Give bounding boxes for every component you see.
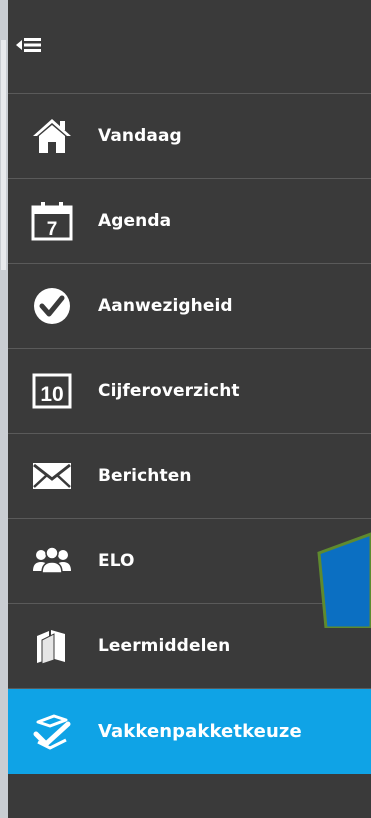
- sidebar-item-label: Vakkenpakketkeuze: [98, 721, 302, 742]
- sidebar-item-aanwezigheid[interactable]: Aanwezigheid: [8, 264, 371, 349]
- sidebar-item-vakkenpakketkeuze[interactable]: Vakkenpakketkeuze: [8, 689, 371, 774]
- sidebar-item-vandaag[interactable]: Vandaag: [8, 94, 371, 179]
- sidebar-item-agenda[interactable]: 7 Agenda: [8, 179, 371, 264]
- checkmark-icon: [30, 284, 74, 328]
- left-edge-scrollbar[interactable]: [0, 0, 8, 818]
- books-icon: [30, 624, 74, 668]
- envelope-icon: [30, 454, 74, 498]
- collapse-menu-icon: [16, 38, 41, 52]
- svg-text:7: 7: [47, 219, 58, 240]
- sidebar-item-label: Berichten: [98, 466, 192, 486]
- sidebar-item-label: Cijferoverzicht: [98, 381, 240, 401]
- sidebar-item-label: Vandaag: [98, 126, 182, 146]
- sidebar-item-label: Aanwezigheid: [98, 296, 233, 316]
- scrollbar-thumb[interactable]: [1, 40, 6, 270]
- annotation-arrow-icon: [317, 532, 371, 628]
- home-icon: [30, 114, 74, 158]
- checklist-icon: [30, 710, 74, 754]
- sidebar-item-label: ELO: [98, 551, 135, 571]
- sidebar-nav: Vandaag 7 Agenda Aanwezigheid 10 Cijfero…: [8, 0, 371, 818]
- sidebar-item-label: Leermiddelen: [98, 636, 231, 656]
- sidebar-header: [8, 0, 371, 94]
- sidebar-item-label: Agenda: [98, 211, 172, 231]
- sidebar-item-berichten[interactable]: Berichten: [8, 434, 371, 519]
- collapse-menu-button[interactable]: [14, 30, 44, 60]
- svg-text:10: 10: [40, 383, 63, 406]
- sidebar-item-cijferoverzicht[interactable]: 10 Cijferoverzicht: [8, 349, 371, 434]
- users-group-icon: [30, 539, 74, 583]
- calendar-icon: 7: [30, 199, 74, 243]
- grades-icon: 10: [30, 369, 74, 413]
